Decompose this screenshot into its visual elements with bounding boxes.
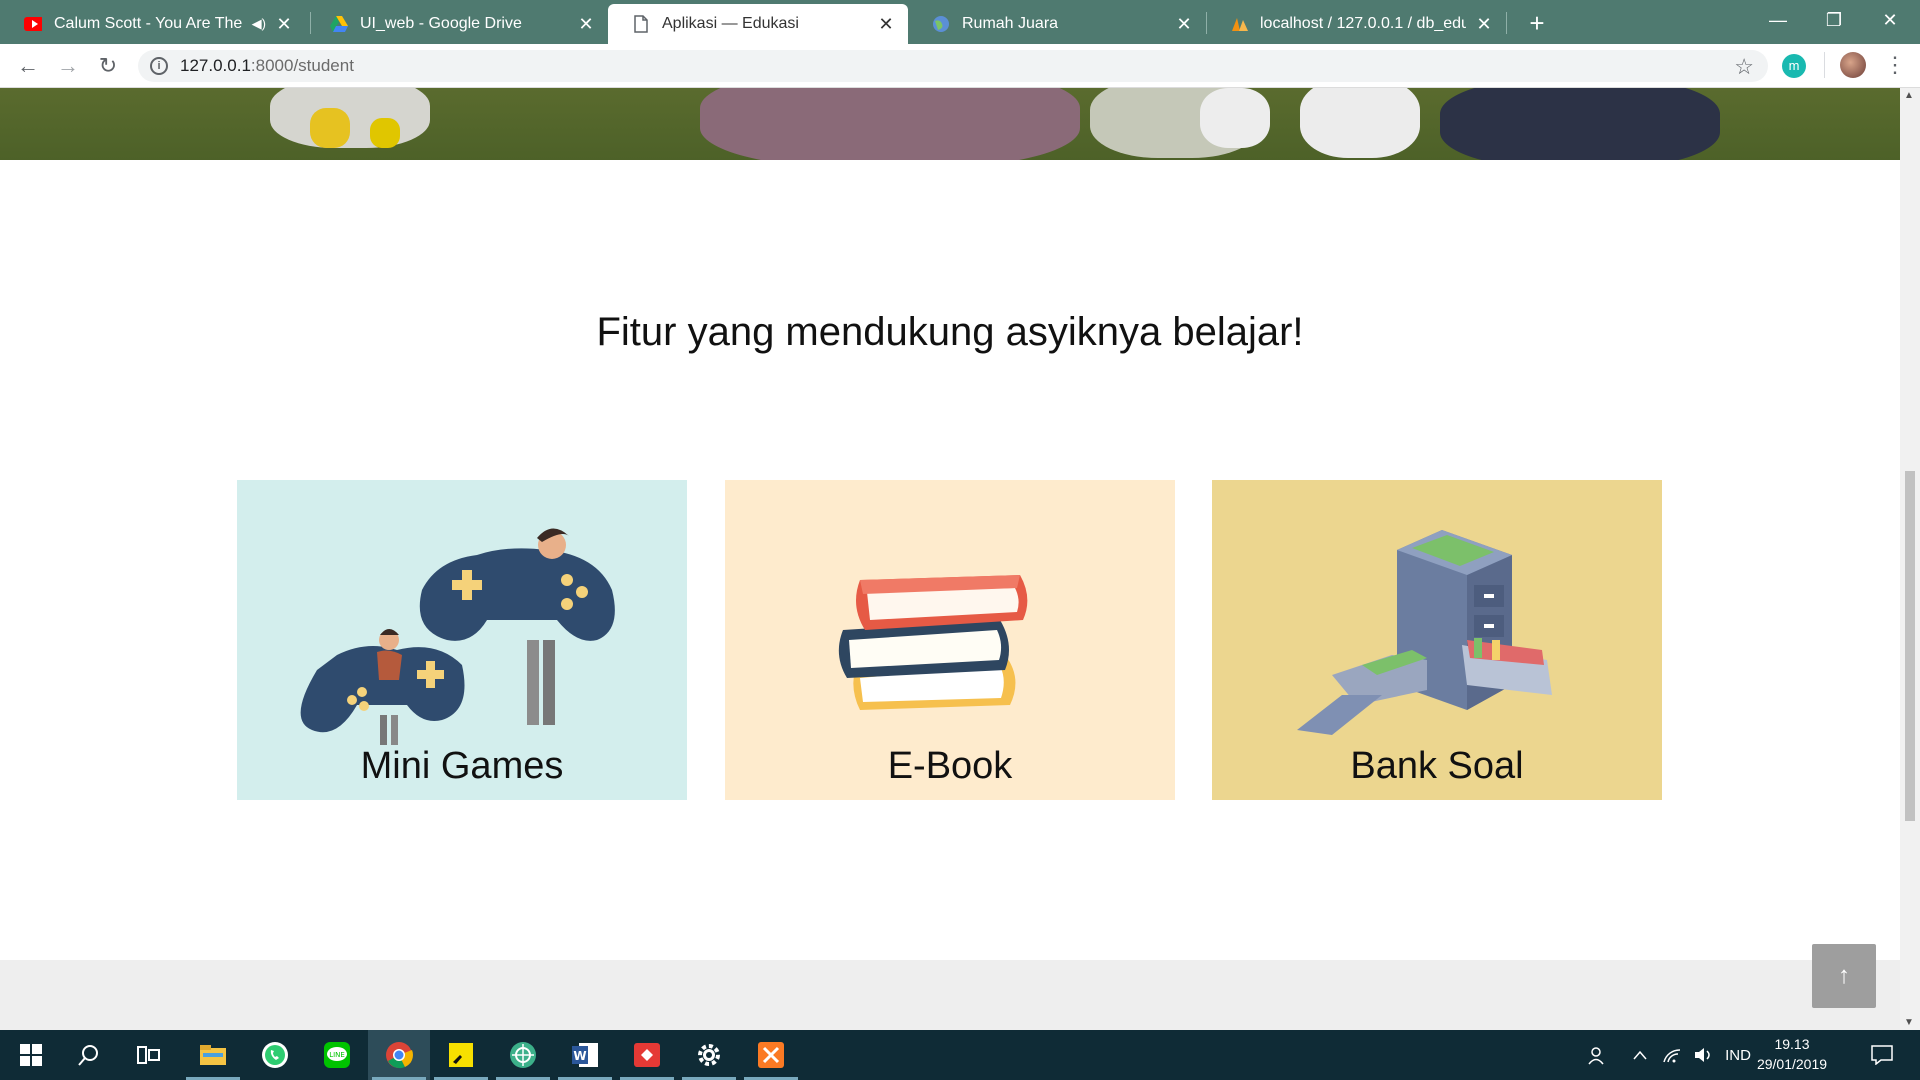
tab-title: Rumah Juara [962,15,1059,32]
tab-title: UI_web - Google Drive [360,15,522,32]
page-scrollbar[interactable]: ▲ ▼ [1900,88,1920,1030]
url-path: :8000/student [250,56,354,75]
feature-card-ebook[interactable]: E-Book [725,480,1175,800]
restore-button[interactable]: ❐ [1806,0,1862,40]
audio-playing-icon[interactable]: ◀) [252,16,266,32]
wifi-icon[interactable] [1656,1030,1688,1080]
tab-youtube[interactable]: Calum Scott - You Are The R ◀) ✕ [0,4,306,44]
whatsapp-icon[interactable] [244,1030,306,1080]
hero-image-detail [270,88,430,148]
toolbar-divider [1824,52,1825,78]
new-tab-button[interactable]: + [1520,6,1554,40]
clock-date: 29/01/2019 [1756,1056,1828,1072]
word-icon[interactable]: W [554,1030,616,1080]
windows-start-icon[interactable] [0,1030,62,1080]
tab-close-button[interactable]: ✕ [876,14,896,35]
action-center-icon[interactable] [1860,1030,1904,1080]
address-bar[interactable]: i 127.0.0.1:8000/student ☆ [138,50,1768,82]
page-document-icon [632,15,650,33]
people-icon[interactable] [1580,1030,1616,1080]
reload-button[interactable]: ↻ [92,50,124,82]
footer-band [0,960,1900,1030]
browser-toolbar: ← → ↻ i 127.0.0.1:8000/student ☆ [0,44,1920,88]
task-view-icon[interactable] [118,1030,180,1080]
bookmark-star-icon[interactable]: ☆ [1734,54,1754,80]
hero-image-detail [1200,88,1270,148]
search-icon[interactable] [58,1030,120,1080]
feature-label: E-Book [887,745,1013,787]
tab-aplikasi-edukasi[interactable]: Aplikasi — Edukasi ✕ [608,4,908,44]
tab-title: Calum Scott - You Are The R [54,15,246,32]
tab-close-button[interactable]: ✕ [576,14,596,35]
tab-phpmyadmin[interactable]: localhost / 127.0.0.1 / db_edukas ✕ [1206,4,1506,44]
forward-button[interactable]: → [52,50,84,82]
sticky-notes-icon[interactable] [430,1030,492,1080]
browser-menu-icon[interactable]: ⋮ [1884,50,1906,80]
hero-banner-image [0,88,1900,160]
extension-icon[interactable]: m [1782,54,1806,78]
feature-card-mini-games[interactable]: Mini Games [237,480,687,800]
tab-close-button[interactable]: ✕ [274,14,294,35]
tab-title: Aplikasi — Edukasi [662,15,799,32]
system-clock[interactable]: 19.13 29/01/2019 [1752,1034,1832,1074]
hero-image-detail [1440,88,1720,160]
profile-avatar[interactable] [1840,52,1866,78]
tab-close-button[interactable]: ✕ [1474,14,1494,35]
page-viewport: Fitur yang mendukung asyiknya belajar! M… [0,88,1900,1030]
phpmyadmin-icon [1230,15,1248,33]
hero-image-detail [700,88,1080,160]
hero-image-detail [370,118,400,148]
volume-icon[interactable] [1688,1030,1720,1080]
tab-strip: Calum Scott - You Are The R ◀) ✕ UI_web … [0,0,1920,44]
scrollbar-thumb[interactable] [1905,471,1915,821]
red-app-icon[interactable] [616,1030,678,1080]
chrome-icon[interactable] [368,1030,430,1080]
back-to-top-button[interactable]: ↑ [1812,944,1876,1008]
tab-title: localhost / 127.0.0.1 / db_edukas [1260,15,1466,32]
hero-image-detail [1300,88,1420,158]
globe-icon [932,15,950,33]
settings-gear-icon[interactable] [678,1030,740,1080]
file-explorer-icon[interactable] [182,1030,244,1080]
site-info-icon[interactable]: i [150,57,168,75]
show-hidden-icons-chevron-icon[interactable] [1624,1030,1656,1080]
google-drive-icon [330,15,348,33]
section-heading: Fitur yang mendukung asyiknya belajar! [596,310,1304,354]
tab-close-button[interactable]: ✕ [1174,14,1194,35]
line-icon[interactable]: LINE [306,1030,368,1080]
clock-time: 19.13 [1774,1036,1810,1052]
hero-image-detail [310,108,350,148]
feature-label: Bank Soal [1350,745,1524,787]
scroll-down-arrow-icon[interactable]: ▼ [1904,1017,1914,1028]
svg-text:LINE: LINE [329,1051,345,1059]
input-language-indicator[interactable]: IND [1720,1030,1756,1080]
youtube-icon [24,15,42,33]
windows-taskbar: LINE W IND 19.13 29/01/2019 [0,1030,1920,1080]
svg-text:W: W [573,1049,586,1063]
tab-rumah-juara[interactable]: Rumah Juara ✕ [908,4,1206,44]
scroll-up-arrow-icon[interactable]: ▲ [1904,90,1914,101]
feature-card-bank-soal[interactable]: Bank Soal [1212,480,1662,800]
feature-label: Mini Games [360,745,564,787]
back-button[interactable]: ← [12,50,44,82]
url-text[interactable]: 127.0.0.1:8000/student [180,56,354,76]
url-host: 127.0.0.1 [180,56,251,75]
minimize-button[interactable]: — [1750,0,1806,40]
window-close-button[interactable]: ✕ [1862,0,1918,40]
green-app-icon[interactable] [492,1030,554,1080]
tab-divider [1506,12,1507,34]
tab-google-drive[interactable]: UI_web - Google Drive ✕ [306,4,608,44]
xampp-icon[interactable] [740,1030,802,1080]
